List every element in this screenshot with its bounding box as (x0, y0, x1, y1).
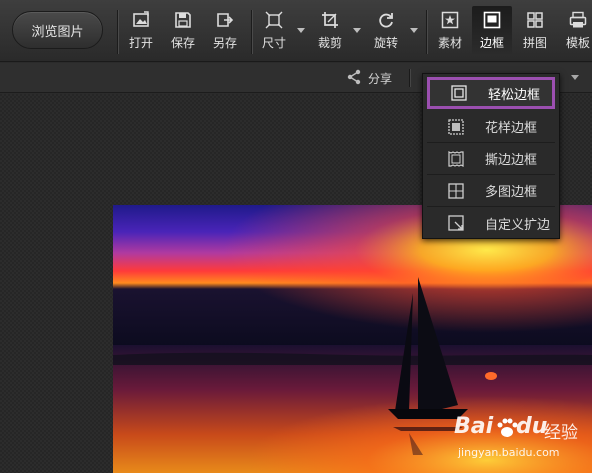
toolbar-separator (117, 10, 118, 54)
rotate-label: 旋转 (373, 36, 398, 50)
save-button[interactable]: 保存 (165, 6, 201, 56)
crop-icon (320, 10, 340, 30)
simple-border-icon (450, 84, 468, 102)
save-as-icon (215, 10, 235, 30)
browse-images-button[interactable]: 浏览图片 (12, 11, 103, 49)
pattern-border-icon (447, 118, 465, 136)
crop-button[interactable]: 裁剪 (312, 6, 348, 56)
menu-item-label: 花样边框 (485, 121, 538, 136)
paw-icon (496, 416, 518, 443)
material-label: 素材 (437, 36, 462, 50)
open-button[interactable]: 打开 (123, 6, 159, 56)
border-label: 边框 (479, 36, 504, 50)
collage-label: 拼图 (522, 36, 547, 50)
menu-item-torn-border[interactable]: 撕边边框 (427, 143, 555, 175)
save-icon (173, 10, 193, 30)
template-button[interactable]: 模板 (560, 6, 592, 56)
torn-border-icon (447, 150, 465, 168)
share-icon (346, 69, 362, 88)
star-icon (440, 10, 460, 30)
share-label: 分享 (368, 71, 393, 86)
menu-item-label: 自定义扩边 (485, 217, 551, 233)
border-dropdown-menu: 轻松边框 花样边框 撕边边框 多图边框 自定义扩边 (422, 73, 560, 239)
open-label: 打开 (128, 36, 153, 50)
size-dropdown-caret[interactable] (297, 28, 305, 33)
watermark-cn: 经验 (544, 423, 578, 443)
custom-extend-icon (447, 214, 465, 232)
crop-dropdown-caret[interactable] (353, 28, 361, 33)
menu-item-label: 多图边框 (485, 185, 538, 200)
rotate-dropdown-caret[interactable] (410, 28, 418, 33)
border-button[interactable]: 边框 (472, 6, 512, 56)
menu-item-custom-extend[interactable]: 自定义扩边 (427, 207, 555, 239)
size-button[interactable]: 尺寸 (256, 6, 292, 56)
menu-item-multi-image-border[interactable]: 多图边框 (427, 175, 555, 207)
watermark-brand: Bai (454, 414, 494, 439)
main-toolbar: 浏览图片 打开 保存 另存 尺寸 裁剪 旋转 素材 边框 拼图 模板 (0, 0, 592, 62)
resize-icon (264, 10, 284, 30)
save-as-label: 另存 (212, 36, 237, 50)
save-as-button[interactable]: 另存 (207, 6, 243, 56)
more-dropdown-caret[interactable] (571, 75, 579, 80)
rotate-button[interactable]: 旋转 (368, 6, 404, 56)
share-button[interactable]: 分享 (346, 63, 392, 93)
multi-image-border-icon (447, 182, 465, 200)
open-image-icon (131, 10, 151, 30)
subbar-divider (409, 69, 410, 87)
menu-item-label: 撕边边框 (485, 153, 538, 168)
crop-label: 裁剪 (317, 36, 342, 50)
rotate-icon (376, 10, 396, 30)
border-icon (482, 10, 502, 30)
toolbar-separator (251, 10, 252, 54)
menu-item-pattern-border[interactable]: 花样边框 (427, 111, 555, 143)
baidu-jingyan-watermark: Bai du 经验 jingyan.baidu.com (452, 412, 582, 468)
collage-button[interactable]: 拼图 (517, 6, 553, 56)
menu-item-simple-border[interactable]: 轻松边框 (427, 77, 555, 109)
watermark-url: jingyan.baidu.com (458, 446, 560, 459)
menu-item-label: 轻松边框 (488, 87, 541, 103)
material-button[interactable]: 素材 (432, 6, 468, 56)
watermark-brand-suffix: du (516, 414, 548, 439)
save-label: 保存 (170, 36, 195, 50)
size-label: 尺寸 (261, 36, 286, 50)
grid-icon (525, 10, 545, 30)
template-label: 模板 (565, 36, 590, 50)
printer-icon (568, 10, 588, 30)
toolbar-separator (426, 10, 427, 54)
